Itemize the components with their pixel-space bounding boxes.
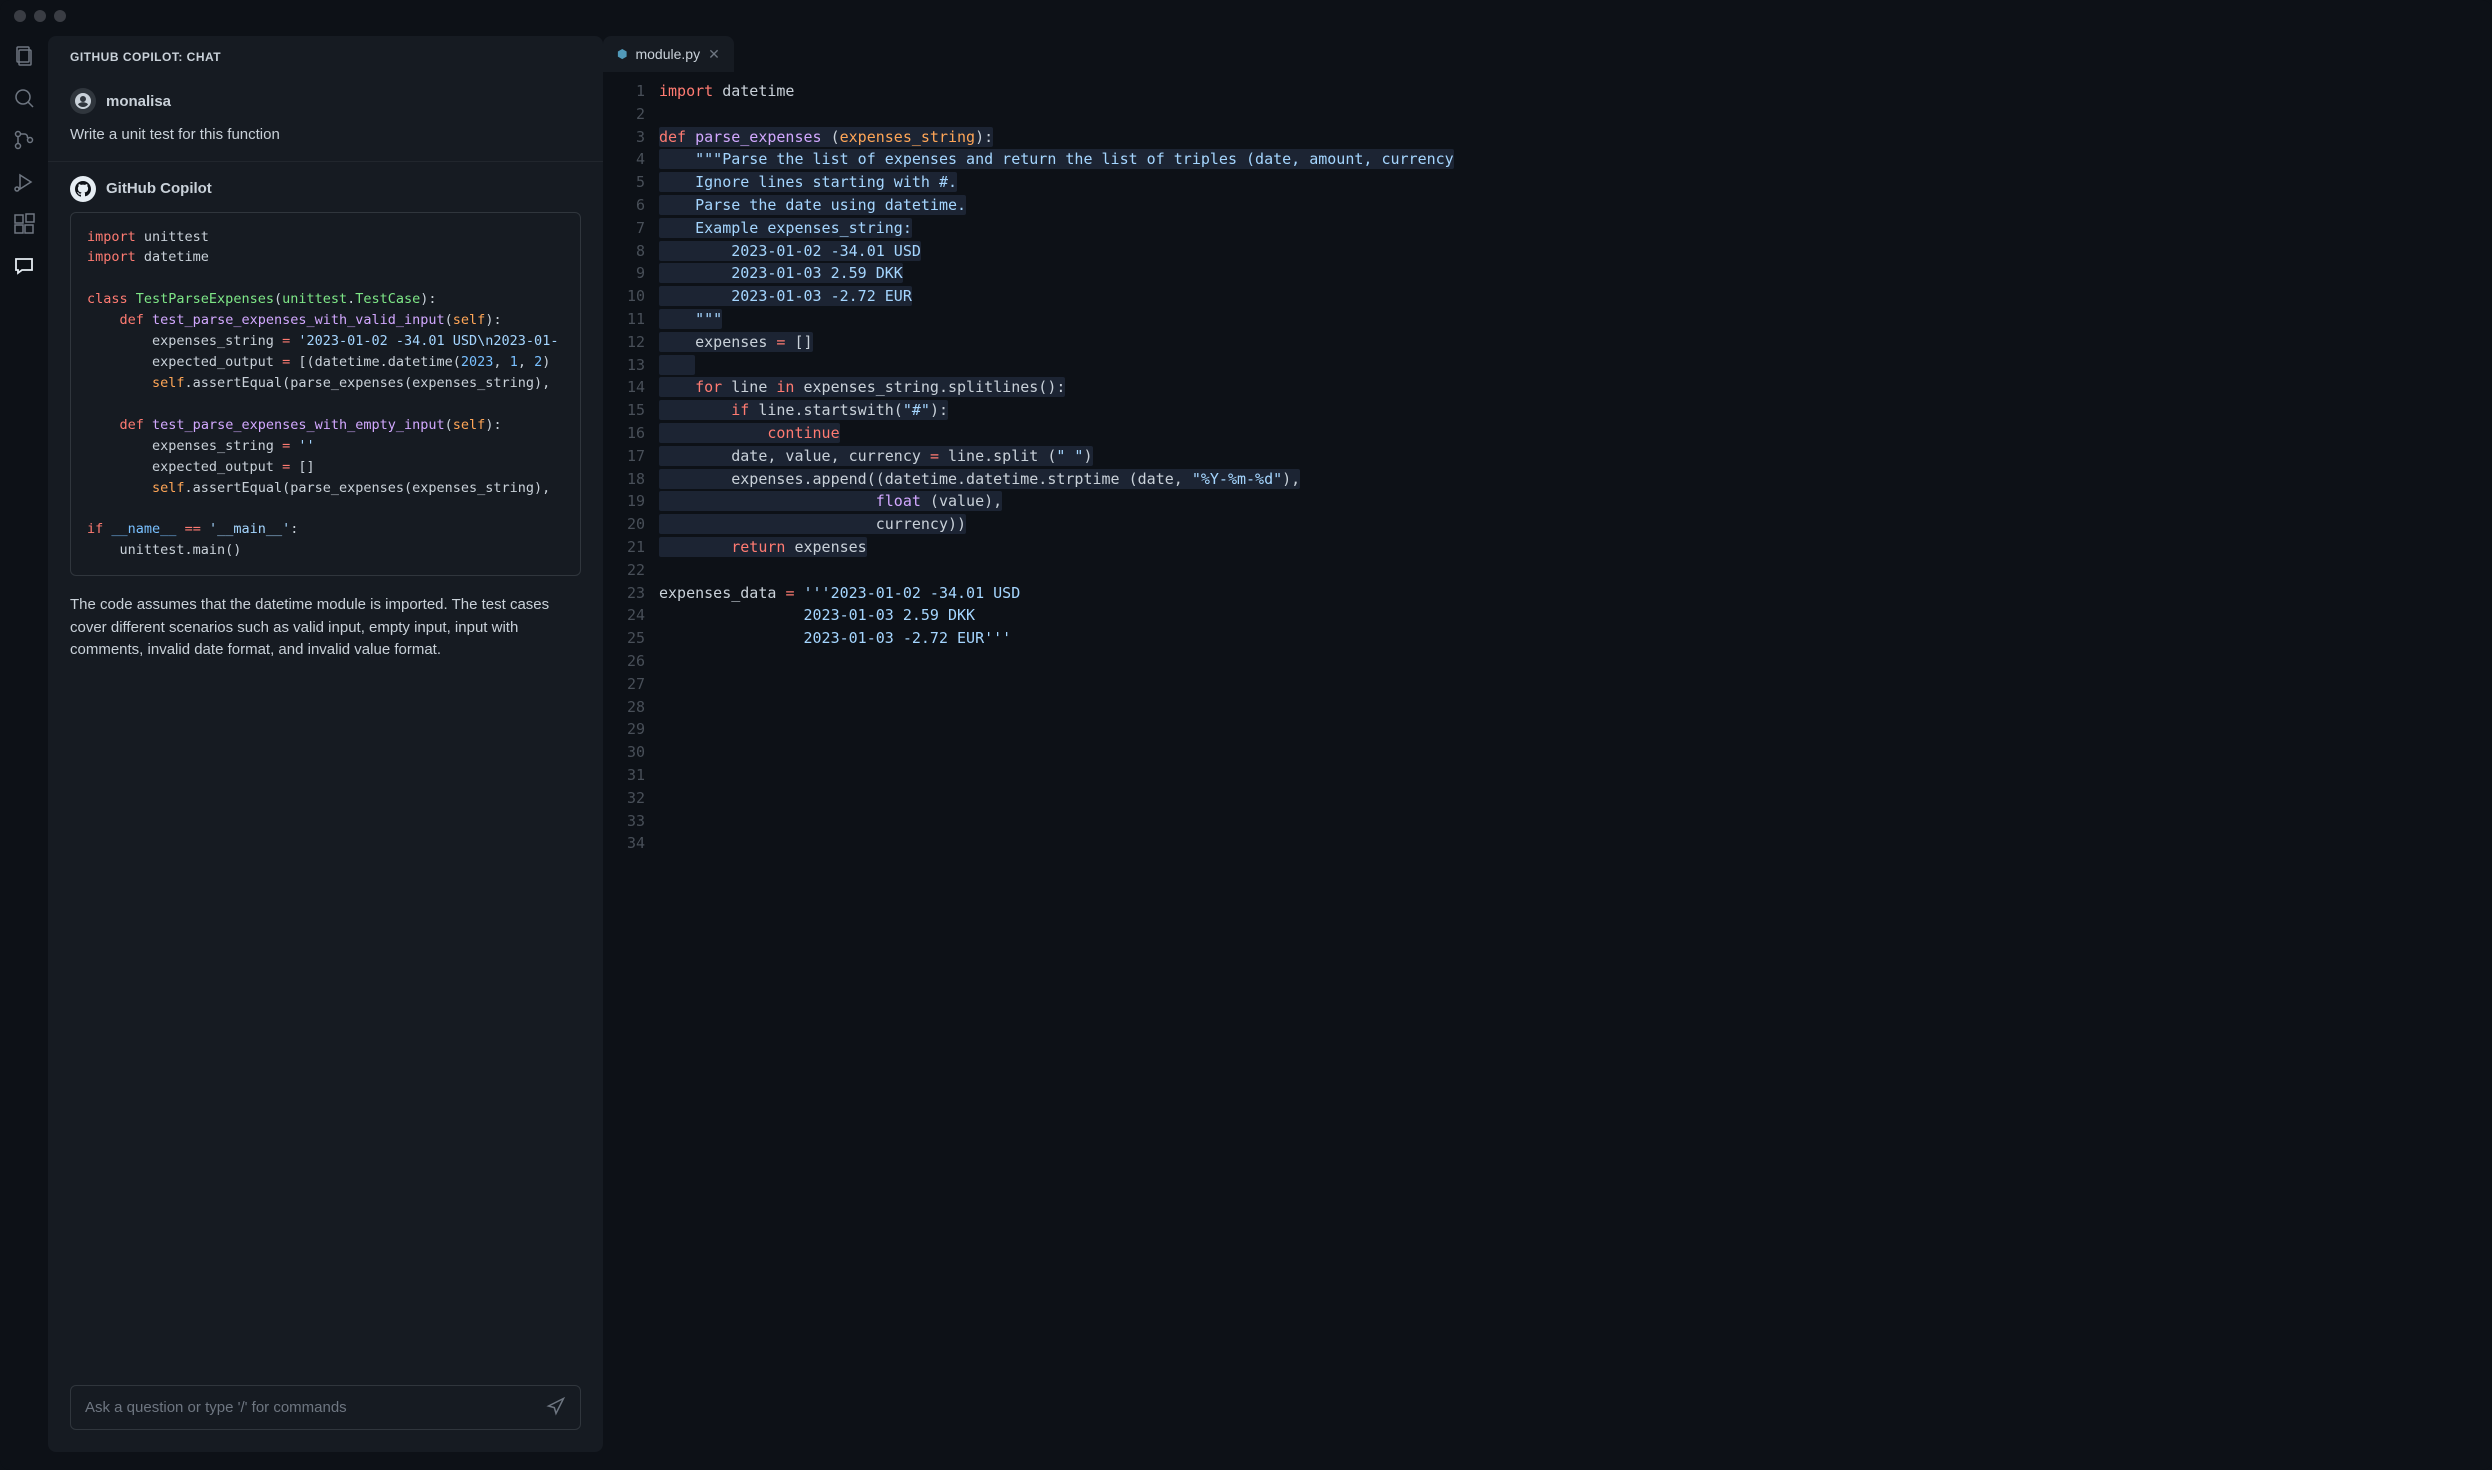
activity-bar [0, 32, 48, 1470]
run-debug-icon[interactable] [12, 170, 36, 194]
tab-bar: ⬢ module.py ✕ [603, 32, 2492, 72]
copilot-chat-panel: GITHUB COPILOT: CHAT monalisa Write a un… [48, 36, 603, 1452]
user-name: monalisa [106, 93, 171, 110]
bot-explanation: The code assumes that the datetime modul… [70, 594, 581, 662]
code-suggestion-block[interactable]: import unittestimport datetime class Tes… [70, 212, 581, 577]
editor-pane: ⬢ module.py ✕ 12345678910111213141516171… [603, 32, 2492, 1470]
tab-filename: module.py [635, 46, 700, 62]
explorer-icon[interactable] [12, 44, 36, 68]
bot-message: GitHub Copilot import unittestimport dat… [70, 162, 581, 676]
source-control-icon[interactable] [12, 128, 36, 152]
chat-input-area [48, 1371, 603, 1452]
code-editor[interactable]: 1234567891011121314151617181920212223242… [603, 72, 2492, 1470]
file-tab[interactable]: ⬢ module.py ✕ [603, 36, 734, 72]
copilot-avatar [70, 176, 96, 202]
search-icon[interactable] [12, 86, 36, 110]
user-message-text: Write a unit test for this function [70, 124, 581, 147]
app-window: GITHUB COPILOT: CHAT monalisa Write a un… [0, 0, 2492, 1470]
python-file-icon: ⬢ [617, 47, 627, 61]
close-window-button[interactable] [14, 10, 26, 22]
chat-panel-title: GITHUB COPILOT: CHAT [48, 36, 603, 74]
minimize-window-button[interactable] [34, 10, 46, 22]
titlebar [0, 0, 2492, 32]
maximize-window-button[interactable] [54, 10, 66, 22]
close-tab-icon[interactable]: ✕ [708, 46, 720, 63]
chat-text-input[interactable] [85, 1399, 546, 1416]
code-content[interactable]: import datetime def parse_expenses (expe… [659, 80, 2492, 1470]
chat-messages: monalisa Write a unit test for this func… [48, 74, 603, 1371]
chat-input-box[interactable] [70, 1385, 581, 1430]
main-layout: GITHUB COPILOT: CHAT monalisa Write a un… [0, 32, 2492, 1470]
bot-name: GitHub Copilot [106, 180, 212, 197]
line-number-gutter: 1234567891011121314151617181920212223242… [603, 80, 659, 1470]
copilot-chat-icon[interactable] [12, 254, 36, 278]
extensions-icon[interactable] [12, 212, 36, 236]
send-icon[interactable] [546, 1396, 566, 1419]
user-message: monalisa Write a unit test for this func… [70, 74, 581, 161]
user-avatar [70, 88, 96, 114]
